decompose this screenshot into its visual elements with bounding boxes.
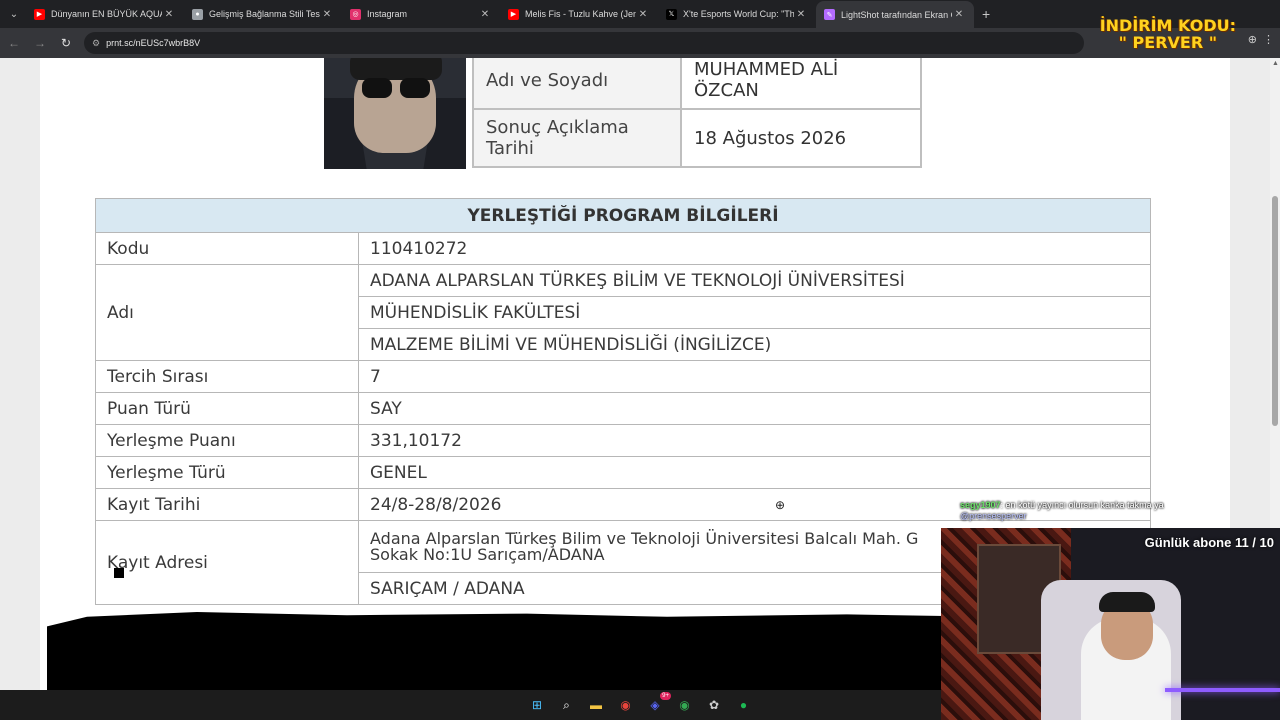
placement-type-value: GENEL — [358, 456, 1151, 489]
tab-title: Gelişmiş Bağlanma Stili Testi — [209, 9, 320, 19]
table-row: Tercih Sırası 7 — [95, 360, 1151, 393]
placement-type-label: Yerleşme Türü — [95, 456, 359, 489]
promo-line-1: İNDİRİM KODU: — [1099, 16, 1236, 35]
tab-title: Instagram — [367, 9, 408, 19]
browser-tab[interactable]: ● Gelişmiş Bağlanma Stili Testi ✕ — [184, 1, 342, 27]
close-tab-icon[interactable]: ✕ — [636, 9, 650, 20]
zoom-cursor-icon: ⊕ — [775, 498, 786, 512]
browser-tab[interactable]: ▶ Melis Fis - Tuzlu Kahve (Jenerik)✕ — [500, 1, 658, 27]
browser-tab[interactable]: ◎ Instagram ✕ — [342, 1, 500, 27]
university-name: ADANA ALPARSLAN TÜRKEŞ BİLİM VE TEKNOLOJ… — [358, 264, 1151, 297]
browser-tab[interactable]: ✎ LightShot tarafından Ekran Gör✕ — [816, 1, 974, 28]
faculty-name: MÜHENDİSLİK FAKÜLTESİ — [358, 296, 1151, 329]
youtube-icon: ▶ — [34, 8, 45, 20]
program-name-label: Adı — [95, 264, 359, 361]
close-tab-icon[interactable]: ✕ — [794, 9, 808, 20]
zoom-icon[interactable]: ⊕ — [1248, 33, 1257, 46]
preference-order-value: 7 — [358, 360, 1151, 393]
placement-score-label: Yerleşme Puanı — [95, 424, 359, 457]
redaction-mark — [114, 568, 124, 578]
lightshot-icon: ✎ — [824, 9, 835, 20]
registration-address-label: Kayıt Adresi — [95, 520, 359, 605]
tab-search-chevron-icon[interactable]: ⌄ — [2, 2, 26, 26]
windows-start-icon[interactable]: ⊞ — [527, 695, 547, 715]
result-date-label: Sonuç Açıklama Tarihi — [472, 108, 682, 168]
toolbar-icons: ⊕ ⋮ — [1248, 33, 1274, 46]
new-tab-button[interactable]: + — [982, 6, 990, 22]
close-tab-icon[interactable]: ✕ — [478, 9, 492, 20]
placement-score-value: 331,10172 — [358, 424, 1151, 457]
promo-code-overlay: İNDİRİM KODU: " PERVER " — [1100, 17, 1236, 51]
browser-tab[interactable]: 𝕏 X'te Esports World Cup: "The la✕ — [658, 1, 816, 27]
forward-arrow-icon[interactable]: → — [28, 31, 52, 55]
promo-line-2: " PERVER " — [1118, 33, 1218, 52]
table-row: Sonuç Açıklama Tarihi 18 Ağustos 2026 — [472, 108, 922, 168]
personal-info-table: Adı ve Soyadı MUHAMMED ALİ ÖZCAN Sonuç A… — [472, 58, 922, 168]
table-row: Kodu 110410272 — [95, 232, 1151, 265]
site-info-icon[interactable]: ⚙ — [92, 38, 100, 49]
department-name: MALZEME BİLİMİ VE MÜHENDİSLİĞİ (İNGİLİZC… — [358, 328, 1151, 361]
x-icon: 𝕏 — [666, 8, 677, 20]
globe-icon: ● — [192, 8, 203, 20]
subscriber-goal: Günlük abone 11 / 10 — [1144, 535, 1274, 550]
chrome-icon[interactable]: ◉ — [616, 695, 636, 715]
score-type-label: Puan Türü — [95, 392, 359, 425]
taskbar — [0, 690, 941, 720]
settings-icon[interactable]: ✿ — [704, 695, 724, 715]
table-row: Adı ve Soyadı MUHAMMED ALİ ÖZCAN — [472, 58, 922, 110]
name-value: MUHAMMED ALİ ÖZCAN — [680, 58, 922, 110]
chat-message: segy1907: en kötü yayıncı olursun kanka … — [960, 500, 1164, 522]
scrollbar-thumb[interactable] — [1272, 196, 1278, 426]
preference-order-label: Tercih Sırası — [95, 360, 359, 393]
webcam-overlay: Günlük abone 11 / 10 — [941, 528, 1280, 720]
student-photo — [324, 58, 466, 169]
address-bar[interactable]: ⚙ prnt.sc/nEUSc7wbrB8V — [84, 32, 1084, 54]
code-label: Kodu — [95, 232, 359, 265]
table-row: Yerleşme Puanı 331,10172 — [95, 424, 1151, 457]
table-row: Puan Türü SAY — [95, 392, 1151, 425]
close-tab-icon[interactable]: ✕ — [320, 9, 334, 20]
back-arrow-icon[interactable]: ← — [2, 31, 26, 55]
discord-badge: 9+ — [660, 692, 671, 700]
tab-title: Melis Fis - Tuzlu Kahve (Jenerik) — [525, 9, 636, 19]
youtube-icon: ▶ — [508, 8, 519, 20]
chat-mention: @prensesperver — [960, 511, 1027, 521]
discord-icon[interactable]: ◈ 9+ — [645, 692, 671, 715]
scroll-up-icon[interactable]: ▲ — [1272, 60, 1279, 67]
result-date-value: 18 Ağustos 2026 — [680, 108, 922, 168]
search-icon[interactable]: ⌕ — [557, 695, 577, 715]
chat-username: segy1907 — [960, 500, 1001, 510]
close-tab-icon[interactable]: ✕ — [162, 9, 176, 20]
browser-toolbar: ← → ↻ ⚙ prnt.sc/nEUSc7wbrB8V — [0, 28, 1280, 58]
spotify-icon[interactable]: ● — [734, 695, 754, 715]
score-type-value: SAY — [358, 392, 1151, 425]
name-label: Adı ve Soyadı — [472, 58, 682, 110]
tab-title: X'te Esports World Cup: "The la — [683, 9, 794, 19]
menu-dots-icon[interactable]: ⋮ — [1263, 33, 1274, 46]
chat-text: : en kötü yayıncı olursun kanka takma ya — [1000, 500, 1164, 510]
browser-tab[interactable]: ▶ Dünyanın EN BÜYÜK AQUAPARK✕ — [26, 1, 184, 27]
tab-title: Dünyanın EN BÜYÜK AQUAPARK — [51, 9, 162, 19]
tab-title: LightShot tarafından Ekran Gör — [841, 9, 952, 20]
chrome-profile-icon[interactable]: ◉ — [675, 695, 695, 715]
url-text: prnt.sc/nEUSc7wbrB8V — [106, 38, 201, 48]
table-row: Adı ADANA ALPARSLAN TÜRKEŞ BİLİM VE TEKN… — [95, 264, 1151, 361]
code-value: 110410272 — [358, 232, 1151, 265]
reload-icon[interactable]: ↻ — [54, 31, 78, 55]
program-heading: YERLEŞTİĞİ PROGRAM BİLGİLERİ — [95, 198, 1151, 233]
close-tab-icon[interactable]: ✕ — [952, 9, 966, 20]
blackout-redaction — [47, 612, 1047, 690]
table-row: Yerleşme Türü GENEL — [95, 456, 1151, 489]
registration-date-label: Kayıt Tarihi — [95, 488, 359, 521]
file-explorer-icon[interactable]: ▬ — [586, 695, 606, 715]
instagram-icon: ◎ — [350, 8, 361, 20]
tab-strip: ⌄ ▶Dünyanın EN BÜYÜK AQUAPARK✕●Gelişmiş … — [0, 0, 1280, 28]
